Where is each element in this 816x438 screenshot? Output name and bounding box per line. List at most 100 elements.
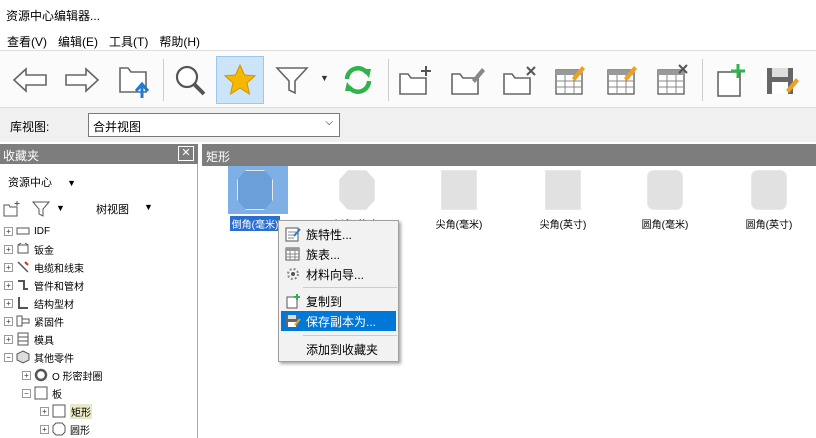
library-view-select[interactable]: 合并视图 ⌵	[88, 113, 340, 137]
source-selector[interactable]: 资源中心 ▼	[8, 174, 76, 190]
forward-arrow-icon	[65, 67, 100, 93]
delete-table-icon	[657, 64, 688, 95]
tree-item-cable[interactable]: + 电缆和线束	[4, 258, 84, 276]
chevron-down-icon: ▼	[67, 178, 76, 188]
edit-table-icon	[607, 66, 637, 95]
tree-item-other-parts[interactable]: − 其他零件	[4, 348, 74, 366]
copy-add-icon	[717, 64, 745, 97]
expand-icon[interactable]: +	[4, 244, 13, 254]
new-folder-button[interactable]	[392, 56, 440, 104]
menu-item-label: 复制到	[306, 294, 343, 309]
menu-edit[interactable]: 编辑(E)	[53, 30, 104, 50]
expand-icon[interactable]: +	[4, 262, 13, 272]
family-item[interactable]: 圆角(英寸)	[734, 170, 804, 231]
tree-toolbar: ▼ 树视图 ▼	[0, 198, 198, 220]
family-thumbnail	[751, 170, 787, 210]
family-item[interactable]: 圆角(毫米)	[630, 170, 700, 231]
filter-icon[interactable]	[32, 200, 50, 218]
tree-item-oring[interactable]: + O 形密封圈	[22, 366, 103, 384]
filter-button[interactable]	[268, 56, 316, 104]
mold-icon	[17, 332, 29, 346]
tree-item-fasteners[interactable]: + 紧固件	[4, 312, 64, 330]
delete-folder-icon	[503, 66, 536, 95]
tree-item-label: 管件和管材	[34, 281, 84, 293]
delete-table-button[interactable]	[648, 56, 696, 104]
tree-item-label: 矩形	[70, 403, 92, 419]
family-thumbnail	[647, 170, 683, 210]
back-button[interactable]	[6, 56, 54, 104]
tree-item-label: IDF	[34, 225, 51, 237]
delete-folder-button[interactable]	[496, 56, 544, 104]
family-thumbnail	[441, 170, 477, 210]
library-view-row: 库视图: 合并视图 ⌵	[0, 108, 816, 142]
refresh-button[interactable]	[334, 56, 382, 104]
collapse-icon[interactable]: −	[4, 352, 13, 362]
save-edit-icon	[767, 68, 799, 94]
expand-icon[interactable]: +	[40, 406, 49, 416]
load-button[interactable]	[110, 56, 158, 104]
close-icon[interactable]: ✕	[178, 146, 194, 161]
family-item[interactable]: 尖角(英寸)	[528, 170, 598, 231]
search-icon	[175, 65, 206, 96]
expand-icon[interactable]: +	[4, 334, 13, 344]
library-view-label: 库视图:	[10, 120, 50, 134]
edit-folder-button[interactable]	[444, 56, 492, 104]
tree-item-circle[interactable]: + 圆形	[40, 420, 90, 438]
expand-icon[interactable]: +	[4, 316, 13, 326]
new-table-button[interactable]	[546, 56, 594, 104]
collapse-icon[interactable]: −	[22, 388, 31, 398]
menu-tools[interactable]: 工具(T)	[104, 30, 154, 50]
menu-view[interactable]: 查看(V)	[2, 30, 53, 50]
search-button[interactable]	[166, 56, 214, 104]
octagon-icon	[52, 422, 66, 436]
expand-icon[interactable]: +	[4, 280, 13, 290]
edit-table-button[interactable]	[598, 56, 646, 104]
menu-item-save-copy-as[interactable]: 保存副本为...	[281, 311, 396, 331]
menu-bar: 查看(V) 编辑(E) 工具(T) 帮助(H)	[0, 30, 816, 50]
tree-item-sheetmetal[interactable]: + 钣金	[4, 240, 54, 258]
copy-add-icon	[286, 294, 300, 309]
refresh-icon	[344, 66, 372, 94]
menu-item-copy-to[interactable]: 复制到	[281, 291, 396, 311]
new-folder-icon[interactable]	[3, 200, 21, 218]
content-header: 矩形	[202, 144, 816, 166]
star-icon	[223, 63, 257, 96]
menu-help[interactable]: 帮助(H)	[154, 30, 206, 50]
family-label: 尖角(毫米)	[435, 220, 483, 231]
pipe-icon	[18, 280, 28, 290]
rectangle-icon	[52, 404, 66, 418]
tree-item-tubing[interactable]: + 管件和管材	[4, 276, 84, 294]
expand-icon[interactable]: +	[22, 370, 31, 380]
filter-icon	[275, 67, 309, 95]
filter-dropdown[interactable]: ▼	[320, 73, 329, 83]
favorites-title: 收藏夹	[3, 149, 40, 163]
menu-item-add-to-favorites[interactable]: 添加到收藏夹	[281, 339, 396, 359]
tree-item-rectangle[interactable]: + 矩形	[40, 402, 92, 420]
family-item[interactable]: 尖角(毫米)	[424, 170, 494, 231]
tree-item-mold[interactable]: + 模具	[4, 330, 54, 348]
save-copy-button[interactable]	[758, 56, 806, 104]
menu-item-material-wizard[interactable]: 材料向导...	[281, 264, 396, 284]
tree-item-label: 模具	[34, 335, 54, 347]
filter-dropdown[interactable]: ▼	[56, 203, 65, 213]
tree-item-structural[interactable]: + 结构型材	[4, 294, 74, 312]
menu-item-family-properties[interactable]: 族特性...	[281, 224, 396, 244]
tree-item-label: 钣金	[34, 245, 54, 257]
tree-view-selector[interactable]: 树视图	[96, 201, 129, 217]
tree-item-idf[interactable]: + IDF	[4, 222, 50, 240]
favorites-button[interactable]	[216, 56, 264, 104]
menu-item-family-table[interactable]: 族表...	[281, 244, 396, 264]
expand-icon[interactable]: +	[4, 298, 13, 308]
expand-icon[interactable]: +	[40, 424, 49, 434]
properties-icon	[285, 227, 301, 242]
family-thumbnail	[237, 170, 273, 210]
tree-item-plate[interactable]: − 板	[22, 384, 62, 402]
copy-to-button[interactable]	[706, 56, 754, 104]
sheetmetal-icon	[17, 242, 29, 254]
source-selector-label: 资源中心	[8, 177, 52, 189]
menu-item-label: 添加到收藏夹	[306, 342, 379, 357]
family-label: 尖角(英寸)	[539, 220, 587, 231]
favorites-header: 收藏夹 ✕	[0, 144, 198, 164]
forward-button[interactable]	[58, 56, 106, 104]
expand-icon[interactable]: +	[4, 226, 13, 236]
